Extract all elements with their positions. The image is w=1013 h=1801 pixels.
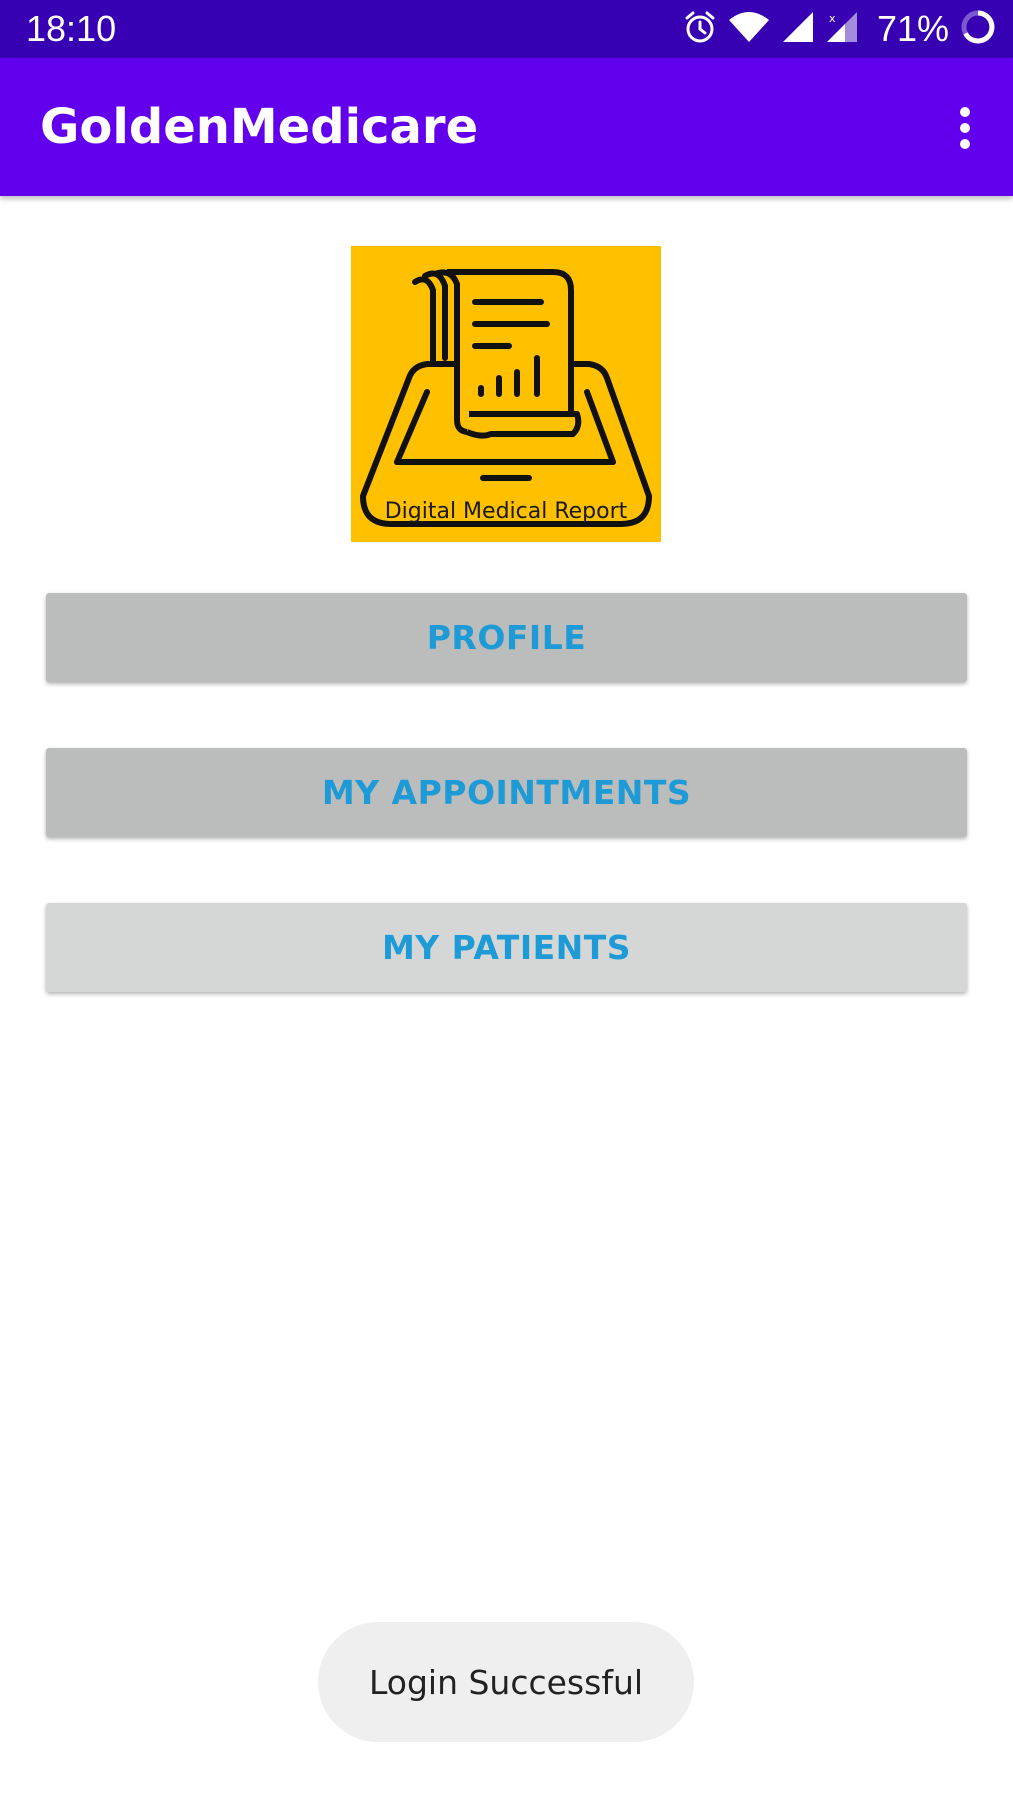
app-bar: GoldenMedicare	[0, 58, 1013, 196]
wifi-icon	[727, 10, 771, 48]
my-appointments-button[interactable]: MY APPOINTMENTS	[46, 748, 967, 837]
status-time: 18:10	[26, 8, 117, 49]
battery-percent: 71%	[876, 8, 949, 49]
login-toast: Login Successful	[318, 1622, 694, 1742]
more-vert-icon[interactable]	[941, 102, 989, 154]
svg-text:x: x	[829, 12, 836, 25]
toast-message: Login Successful	[368, 1662, 644, 1702]
app-title: GoldenMedicare	[40, 99, 479, 155]
status-icons: x 71%	[683, 8, 997, 50]
digital-medical-report-logo: Digital Medical Report	[351, 246, 661, 542]
my-patients-button[interactable]: MY PATIENTS	[46, 903, 967, 992]
logo-caption: Digital Medical Report	[384, 499, 628, 524]
status-bar: 18:10 x 71%	[0, 0, 1013, 58]
signal-icon	[781, 10, 815, 48]
report-tablet-icon	[360, 269, 652, 527]
profile-button[interactable]: PROFILE	[46, 593, 967, 682]
signal-no-data-icon: x	[825, 10, 859, 48]
battery-ring-icon	[959, 8, 997, 50]
alarm-icon	[683, 10, 717, 48]
